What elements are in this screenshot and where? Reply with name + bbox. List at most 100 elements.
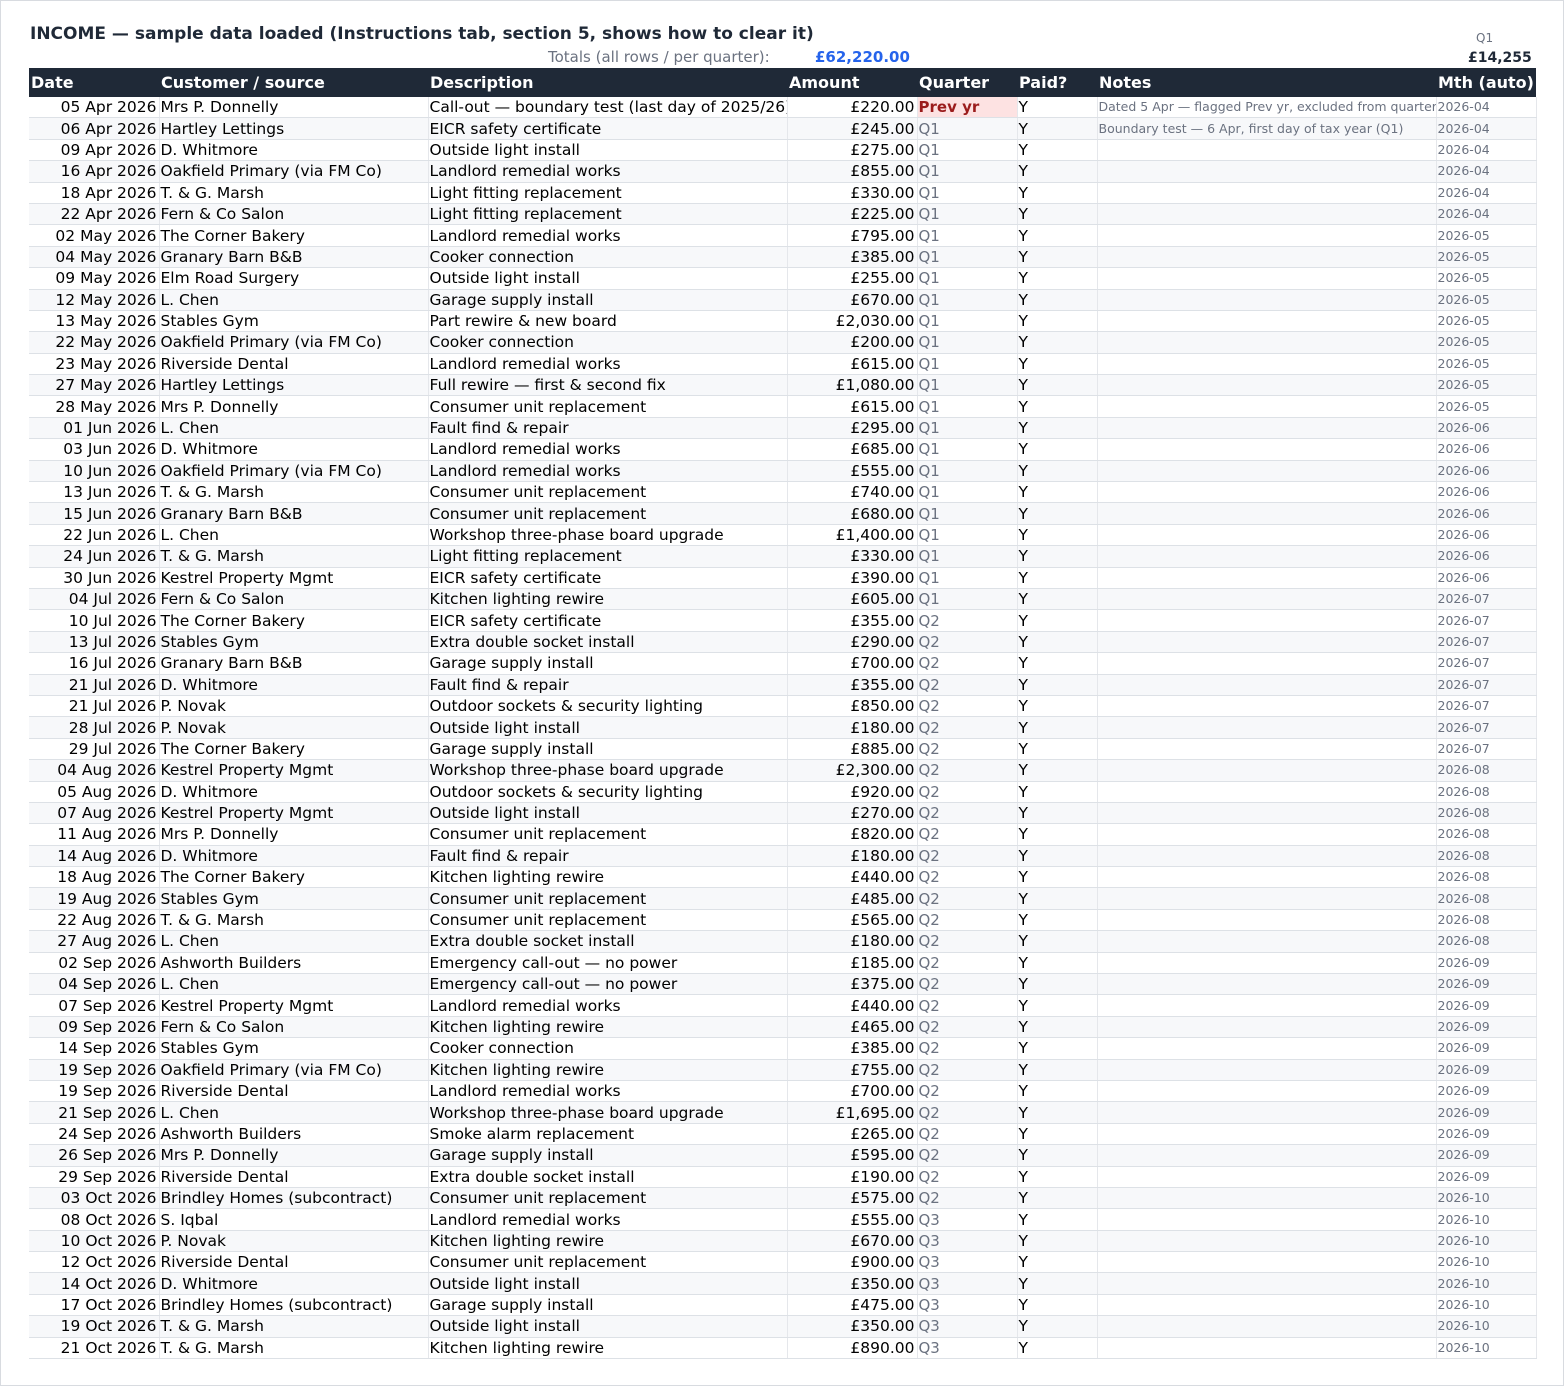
quarter-cell[interactable]: Q1	[917, 310, 1018, 333]
quarter-cell[interactable]: Q2	[917, 738, 1018, 761]
date-cell[interactable]: 16 Apr 2026	[29, 160, 160, 183]
customer-cell[interactable]: Stables Gym	[159, 1037, 429, 1060]
month-cell[interactable]: 2026-06	[1436, 417, 1537, 440]
description-cell[interactable]: Garage supply install	[428, 652, 788, 675]
description-cell[interactable]: Garage supply install	[428, 289, 788, 311]
paid-cell[interactable]: Y	[1017, 1272, 1098, 1295]
paid-cell[interactable]: Y	[1017, 588, 1098, 611]
customer-cell[interactable]: Oakfield Primary (via FM Co)	[159, 1059, 429, 1081]
date-cell[interactable]: 21 Jul 2026	[29, 674, 160, 696]
date-cell[interactable]: 10 Jun 2026	[29, 460, 160, 483]
notes-cell[interactable]	[1097, 203, 1437, 226]
amount-cell[interactable]: £225.00	[787, 203, 918, 226]
quarter-cell[interactable]: Q2	[917, 952, 1018, 975]
date-cell[interactable]: 09 Sep 2026	[29, 1016, 160, 1039]
amount-cell[interactable]: £685.00	[787, 438, 918, 461]
customer-cell[interactable]: Riverside Dental	[159, 1166, 429, 1188]
amount-cell[interactable]: £330.00	[787, 182, 918, 204]
paid-cell[interactable]: Y	[1017, 353, 1098, 376]
description-cell[interactable]: Landlord remedial works	[428, 160, 788, 183]
amount-cell[interactable]: £330.00	[787, 545, 918, 568]
customer-cell[interactable]: T. & G. Marsh	[159, 909, 429, 932]
customer-cell[interactable]: Granary Barn B&B	[159, 502, 429, 525]
description-cell[interactable]: Fault find & repair	[428, 417, 788, 440]
customer-cell[interactable]: L. Chen	[159, 417, 429, 440]
month-cell[interactable]: 2026-04	[1436, 139, 1537, 162]
notes-cell[interactable]	[1097, 1037, 1437, 1060]
notes-cell[interactable]	[1097, 887, 1437, 910]
description-cell[interactable]: Kitchen lighting rewire	[428, 1016, 788, 1039]
customer-cell[interactable]: L. Chen	[159, 1101, 429, 1124]
amount-cell[interactable]: £855.00	[787, 160, 918, 183]
date-cell[interactable]: 13 May 2026	[29, 310, 160, 333]
customer-cell[interactable]: T. & G. Marsh	[159, 481, 429, 504]
description-cell[interactable]: Consumer unit replacement	[428, 481, 788, 504]
month-cell[interactable]: 2026-05	[1436, 331, 1537, 354]
date-cell[interactable]: 28 May 2026	[29, 395, 160, 418]
customer-cell[interactable]: Riverside Dental	[159, 1080, 429, 1103]
month-cell[interactable]: 2026-04	[1436, 160, 1537, 183]
paid-cell[interactable]: Y	[1017, 823, 1098, 846]
amount-cell[interactable]: £575.00	[787, 1187, 918, 1210]
month-cell[interactable]: 2026-07	[1436, 674, 1537, 696]
amount-cell[interactable]: £180.00	[787, 845, 918, 868]
paid-cell[interactable]: Y	[1017, 246, 1098, 269]
paid-cell[interactable]: Y	[1017, 524, 1098, 547]
notes-cell[interactable]	[1097, 1123, 1437, 1146]
amount-cell[interactable]: £185.00	[787, 952, 918, 975]
notes-cell[interactable]	[1097, 160, 1437, 183]
notes-cell[interactable]	[1097, 139, 1437, 162]
quarter-cell[interactable]: Q1	[917, 246, 1018, 269]
paid-cell[interactable]: Y	[1017, 1144, 1098, 1167]
customer-cell[interactable]: The Corner Bakery	[159, 224, 429, 247]
notes-cell[interactable]	[1097, 823, 1437, 846]
customer-cell[interactable]: D. Whitmore	[159, 139, 429, 162]
date-cell[interactable]: 29 Jul 2026	[29, 738, 160, 761]
month-cell[interactable]: 2026-08	[1436, 759, 1537, 782]
quarter-cell[interactable]: Q1	[917, 117, 1018, 140]
quarter-cell[interactable]: Q1	[917, 160, 1018, 183]
month-cell[interactable]: 2026-06	[1436, 567, 1537, 589]
description-cell[interactable]: Workshop three-phase board upgrade	[428, 759, 788, 782]
month-cell[interactable]: 2026-05	[1436, 353, 1537, 376]
amount-cell[interactable]: £350.00	[787, 1315, 918, 1338]
month-cell[interactable]: 2026-09	[1436, 1123, 1537, 1146]
month-cell[interactable]: 2026-07	[1436, 609, 1537, 632]
description-cell[interactable]: Kitchen lighting rewire	[428, 1337, 788, 1360]
paid-cell[interactable]: Y	[1017, 1037, 1098, 1060]
paid-cell[interactable]: Y	[1017, 395, 1098, 418]
notes-cell[interactable]	[1097, 1166, 1437, 1188]
customer-cell[interactable]: Mrs P. Donnelly	[159, 395, 429, 418]
notes-cell[interactable]	[1097, 417, 1437, 440]
column-header-quarter[interactable]: Quarter	[917, 68, 1017, 97]
customer-cell[interactable]: Brindley Homes (subcontract)	[159, 1294, 429, 1317]
quarter-cell[interactable]: Q2	[917, 1037, 1018, 1060]
amount-cell[interactable]: £265.00	[787, 1123, 918, 1146]
notes-cell[interactable]	[1097, 331, 1437, 354]
paid-cell[interactable]: Y	[1017, 716, 1098, 739]
notes-cell[interactable]	[1097, 374, 1437, 397]
month-cell[interactable]: 2026-07	[1436, 631, 1537, 654]
notes-cell[interactable]	[1097, 1208, 1437, 1231]
date-cell[interactable]: 22 Aug 2026	[29, 909, 160, 932]
month-cell[interactable]: 2026-10	[1436, 1251, 1537, 1274]
quarter-cell[interactable]: Q2	[917, 802, 1018, 825]
paid-cell[interactable]: Y	[1017, 1230, 1098, 1253]
description-cell[interactable]: Kitchen lighting rewire	[428, 588, 788, 611]
date-cell[interactable]: 19 Sep 2026	[29, 1080, 160, 1103]
description-cell[interactable]: Light fitting replacement	[428, 182, 788, 204]
quarter-cell[interactable]: Q1	[917, 588, 1018, 611]
customer-cell[interactable]: Oakfield Primary (via FM Co)	[159, 331, 429, 354]
description-cell[interactable]: Consumer unit replacement	[428, 1187, 788, 1210]
customer-cell[interactable]: Hartley Lettings	[159, 117, 429, 140]
description-cell[interactable]: Emergency call-out — no power	[428, 973, 788, 996]
description-cell[interactable]: Landlord remedial works	[428, 353, 788, 376]
description-cell[interactable]: Part rewire & new board	[428, 310, 788, 333]
month-cell[interactable]: 2026-08	[1436, 930, 1537, 953]
description-cell[interactable]: Outside light install	[428, 267, 788, 290]
paid-cell[interactable]: Y	[1017, 887, 1098, 910]
month-cell[interactable]: 2026-06	[1436, 460, 1537, 483]
quarter-cell[interactable]: Q2	[917, 1144, 1018, 1167]
date-cell[interactable]: 13 Jun 2026	[29, 481, 160, 504]
paid-cell[interactable]: Y	[1017, 417, 1098, 440]
